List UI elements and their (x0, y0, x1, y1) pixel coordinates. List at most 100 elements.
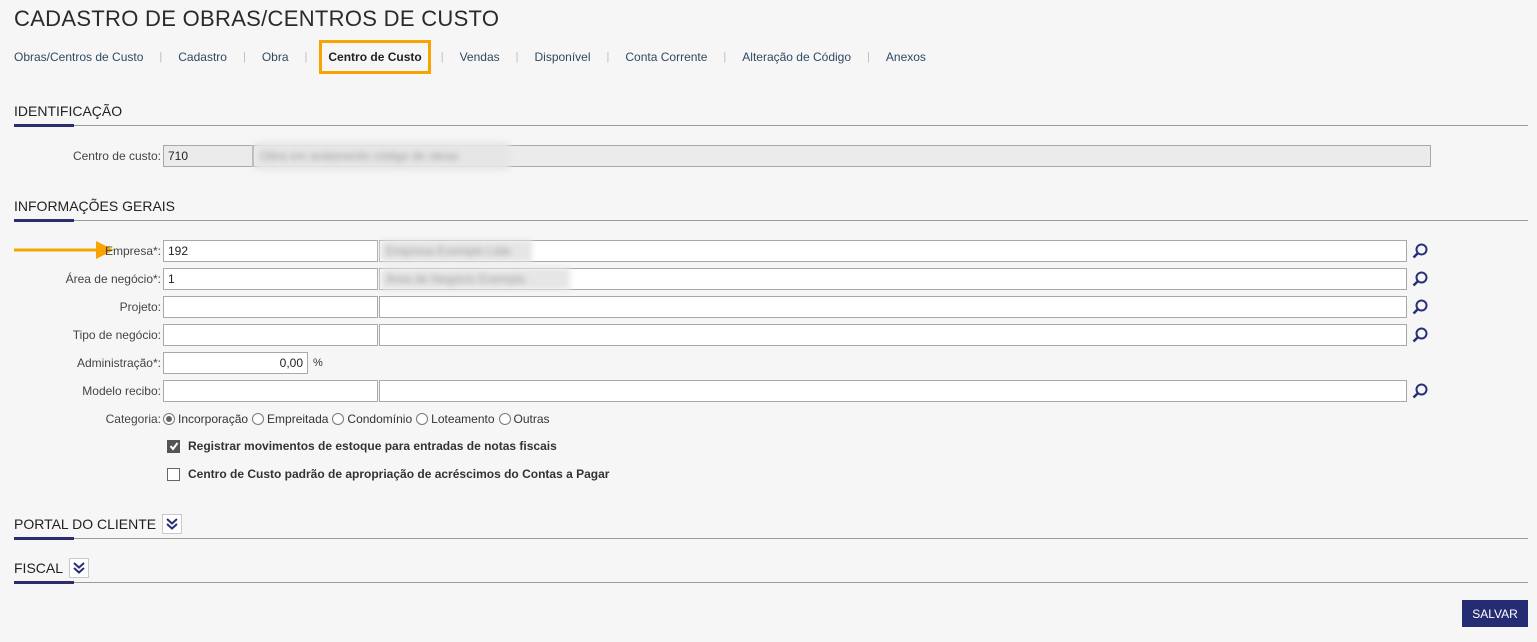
tab-disponivel[interactable]: Disponível (534, 50, 590, 64)
tab-vendas[interactable]: Vendas (460, 50, 500, 64)
row-empresa: Empresa*: 192 Empresa Exemplo Ltda (0, 240, 1431, 262)
modelo-recibo-label: Modelo recibo: (82, 384, 161, 398)
area-negocio-desc-field[interactable]: Área de Negócio Exemplo (379, 268, 1407, 290)
categoria-label: Categoria: (105, 412, 161, 426)
save-button[interactable]: SALVAR (1462, 600, 1528, 627)
tab-cadastro[interactable]: Cadastro (178, 50, 227, 64)
radio-button[interactable] (416, 413, 429, 425)
tipo-negocio-search-button[interactable] (1409, 324, 1431, 346)
row-area-negocio: Área de negócio*: 1 Área de Negócio Exem… (0, 268, 1431, 290)
tab-separator: | (723, 51, 727, 63)
tab-separator: | (304, 51, 308, 63)
area-negocio-label: Área de negócio*: (65, 272, 161, 286)
radio-button[interactable] (498, 413, 511, 425)
tipo-negocio-desc-field[interactable] (379, 324, 1407, 346)
tab-centro-de-custo[interactable]: Centro de Custo (319, 40, 431, 74)
radio-label: Empreitada (267, 412, 329, 426)
check-acrescimos-label: Centro de Custo padrão de apropriação de… (188, 467, 610, 481)
fiscal-expand-button[interactable] (69, 558, 90, 578)
section-portal-cliente: PORTAL DO CLIENTE (14, 513, 1528, 540)
section-informacoes-gerais: INFORMAÇÕES GERAIS (14, 195, 1528, 222)
section-divider (14, 581, 1528, 584)
modelo-recibo-search-button[interactable] (1409, 380, 1431, 402)
section-title-identificacao: IDENTIFICAÇÃO (14, 103, 123, 119)
empresa-code-field[interactable]: 192 (163, 240, 378, 262)
projeto-code-field[interactable] (163, 296, 378, 318)
tab-bar: Obras/Centros de Custo | Cadastro | Obra… (14, 40, 926, 74)
projeto-label: Projeto: (119, 300, 161, 314)
radio-label: Outras (513, 412, 550, 426)
checkmark-icon (169, 442, 178, 451)
centro-custo-code-field: 710 (163, 145, 253, 167)
section-header-portal: PORTAL DO CLIENTE (14, 513, 1528, 535)
empresa-desc: Empresa Exemplo Ltda (380, 240, 532, 262)
radio-empreitada[interactable]: Empreitada (252, 412, 328, 426)
modelo-recibo-desc-field[interactable] (379, 380, 1407, 402)
radio-label: Incorporação (178, 412, 249, 426)
section-header-fiscal: FISCAL (14, 557, 1528, 579)
double-chevron-down-icon (73, 562, 85, 574)
tab-conta-corrente[interactable]: Conta Corrente (625, 50, 707, 64)
radio-label: Loteamento (431, 412, 495, 426)
radio-label: Condomínio (347, 412, 413, 426)
check-estoque-label: Registrar movimentos de estoque para ent… (188, 439, 557, 453)
centro-custo-desc: Obra em andamento código de obras (254, 142, 510, 170)
tab-separator: | (440, 51, 444, 63)
section-title-fiscal: FISCAL (14, 560, 64, 576)
row-projeto: Projeto: (0, 296, 1431, 318)
row-modelo-recibo: Modelo recibo: (0, 380, 1431, 402)
tab-alteracao-codigo[interactable]: Alteração de Código (742, 50, 851, 64)
row-categoria: Categoria: Incorporação Empreitada Condo… (0, 408, 554, 430)
radio-outras[interactable]: Outras (498, 412, 550, 426)
tab-separator: | (159, 51, 163, 63)
search-icon (1412, 383, 1428, 399)
radio-incorporacao[interactable]: Incorporação (163, 412, 248, 426)
row-centro-custo: Centro de custo: 710 Obra em andamento c… (0, 142, 1431, 170)
section-divider (14, 124, 1528, 127)
tab-anexos[interactable]: Anexos (886, 50, 926, 64)
section-identificacao: IDENTIFICAÇÃO (14, 100, 1528, 127)
radio-condominio[interactable]: Condomínio (332, 412, 412, 426)
administracao-field[interactable]: 0,00 (163, 352, 308, 374)
percent-unit: % (313, 357, 323, 369)
tab-obras-centros[interactable]: Obras/Centros de Custo (14, 50, 143, 64)
area-negocio-code-field[interactable]: 1 (163, 268, 378, 290)
section-divider (14, 219, 1528, 222)
check-estoque-checkbox[interactable] (167, 439, 180, 453)
row-administracao: Administração*: 0,00 % (0, 352, 323, 374)
area-negocio-desc: Área de Negócio Exemplo (380, 268, 570, 290)
area-negocio-search-button[interactable] (1409, 268, 1431, 290)
section-title-portal: PORTAL DO CLIENTE (14, 516, 157, 532)
tab-separator: | (242, 51, 246, 63)
search-icon (1412, 243, 1428, 259)
double-chevron-down-icon (166, 518, 178, 530)
empresa-search-button[interactable] (1409, 240, 1431, 262)
tab-obra[interactable]: Obra (262, 50, 289, 64)
page-title: CADASTRO DE OBRAS/CENTROS DE CUSTO (14, 6, 500, 31)
radio-button[interactable] (163, 413, 175, 425)
tipo-negocio-label: Tipo de negócio: (72, 328, 161, 342)
search-icon (1412, 271, 1428, 287)
radio-button[interactable] (332, 413, 345, 425)
portal-expand-button[interactable] (162, 514, 183, 534)
modelo-recibo-code-field[interactable] (163, 380, 378, 402)
section-fiscal: FISCAL (14, 557, 1528, 584)
row-check-acrescimos: Centro de Custo padrão de apropriação de… (167, 463, 609, 485)
tab-separator: | (515, 51, 519, 63)
tipo-negocio-code-field[interactable] (163, 324, 378, 346)
centro-custo-desc-field: Obra em andamento código de obras (253, 142, 1431, 170)
search-icon (1412, 299, 1428, 315)
projeto-desc-field[interactable] (379, 296, 1407, 318)
section-title-informacoes: INFORMAÇÕES GERAIS (14, 198, 176, 214)
radio-button[interactable] (252, 413, 265, 425)
empresa-label: Empresa*: (104, 244, 161, 258)
projeto-search-button[interactable] (1409, 296, 1431, 318)
tab-separator: | (867, 51, 870, 63)
empresa-desc-field[interactable]: Empresa Exemplo Ltda (379, 240, 1407, 262)
search-icon (1412, 327, 1428, 343)
radio-loteamento[interactable]: Loteamento (416, 412, 495, 426)
row-tipo-negocio: Tipo de negócio: (0, 324, 1431, 346)
section-divider (14, 537, 1528, 540)
row-check-estoque: Registrar movimentos de estoque para ent… (167, 435, 557, 457)
check-acrescimos-checkbox[interactable] (167, 467, 180, 481)
